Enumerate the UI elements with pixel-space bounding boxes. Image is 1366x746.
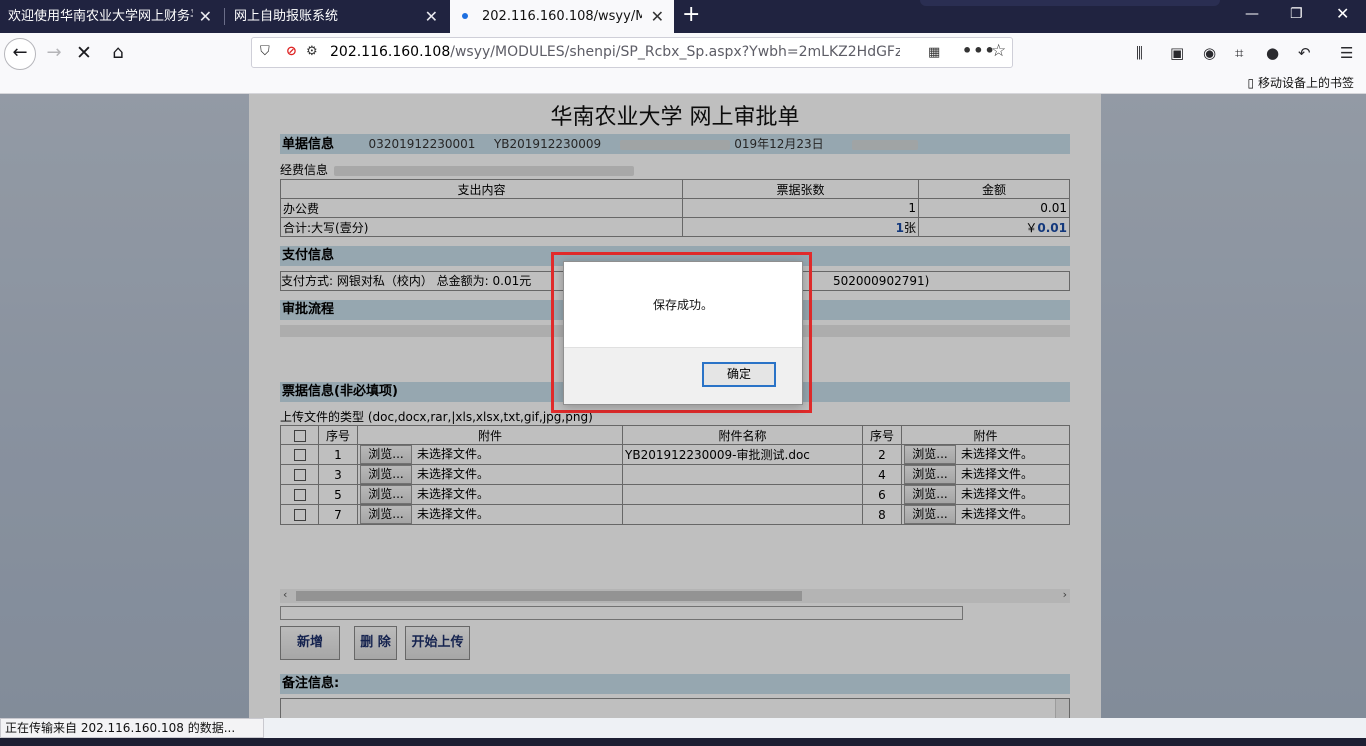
dialog-footer: 确定 bbox=[564, 347, 802, 404]
loading-dot-icon bbox=[462, 12, 468, 19]
maximize-button[interactable]: ❐ bbox=[1290, 6, 1303, 22]
tab-title: 欢迎使用华南农业大学网上财务平台 bbox=[8, 9, 193, 24]
tab-title: 网上自助报账系统 bbox=[234, 9, 339, 24]
tab-active-approval[interactable]: 202.116.160.108/wsyy/MODULES ✕ bbox=[450, 0, 674, 33]
home-button[interactable]: ⌂ bbox=[102, 38, 134, 70]
sidebar-icon[interactable]: ▣ bbox=[1170, 44, 1184, 62]
url-path: /wsyy/MODULES/shenpi/SP_Rcbx_Sp.aspx?Ywb… bbox=[450, 44, 900, 60]
tab-separator bbox=[224, 8, 225, 25]
shield-icon[interactable]: ⛉ bbox=[260, 44, 270, 59]
new-tab-button[interactable]: + bbox=[682, 2, 700, 27]
bookmark-star-icon[interactable]: ☆ bbox=[991, 41, 1006, 61]
tab-finance-platform[interactable]: 欢迎使用华南农业大学网上财务平台 ✕ bbox=[0, 0, 222, 33]
stop-button[interactable]: ✕ bbox=[68, 38, 100, 70]
arrow-right-icon: → bbox=[46, 42, 62, 63]
qr-code-icon[interactable]: ▦ bbox=[928, 45, 940, 60]
stop-x-icon: ✕ bbox=[76, 42, 92, 64]
url-text[interactable]: 202.116.160.108/wsyy/MODULES/shenpi/SP_R… bbox=[330, 44, 900, 60]
permissions-icon[interactable]: ⚙ bbox=[306, 44, 318, 59]
library-icon[interactable]: ⫼ bbox=[1136, 44, 1143, 62]
tab-title: 202.116.160.108/wsyy/MODULES bbox=[482, 9, 642, 24]
tab-ghost bbox=[920, 0, 1220, 6]
url-bar[interactable]: ⛉ ⊘ ⚙ 202.116.160.108/wsyy/MODULES/shenp… bbox=[251, 37, 1013, 68]
status-bar: 正在传输来自 202.116.160.108 的数据... bbox=[0, 718, 264, 738]
minimize-button[interactable]: — bbox=[1245, 6, 1259, 22]
close-icon[interactable]: ✕ bbox=[199, 0, 212, 33]
insecure-lock-icon[interactable]: ⊘ bbox=[286, 44, 297, 59]
mobile-bookmarks[interactable]: ▯ 移动设备上的书签 bbox=[1248, 74, 1354, 91]
back-button[interactable]: ← bbox=[4, 38, 36, 70]
undo-icon[interactable]: ↶ bbox=[1298, 44, 1311, 62]
menu-icon[interactable]: ☰ bbox=[1340, 44, 1353, 62]
url-host: 202.116.160.108 bbox=[330, 44, 451, 60]
arrow-left-icon: ← bbox=[12, 42, 28, 63]
ok-button[interactable]: 确定 bbox=[702, 362, 776, 387]
tab-reimbursement-system[interactable]: 网上自助报账系统 ✕ bbox=[226, 0, 448, 33]
account-icon[interactable]: ◉ bbox=[1203, 44, 1216, 62]
nav-toolbar: ← → ✕ ⌂ ⛉ ⊘ ⚙ 202.116.160.108/wsyy/MODUL… bbox=[0, 33, 1366, 73]
screenshot-crop-icon[interactable]: ⌗ bbox=[1235, 44, 1243, 62]
phone-icon: ▯ bbox=[1247, 76, 1255, 90]
forward-button[interactable]: → bbox=[38, 38, 70, 70]
close-icon[interactable]: ✕ bbox=[425, 0, 438, 33]
window-close-button[interactable]: ✕ bbox=[1336, 4, 1349, 23]
alert-dialog: 保存成功。 确定 bbox=[563, 261, 803, 405]
home-icon: ⌂ bbox=[112, 42, 124, 63]
mobile-bookmarks-label: 移动设备上的书签 bbox=[1257, 76, 1354, 90]
tab-strip: 欢迎使用华南农业大学网上财务平台 ✕ 网上自助报账系统 ✕ 202.116.16… bbox=[0, 0, 1366, 33]
bookmarks-bar: ▯ 移动设备上的书签 bbox=[0, 73, 1366, 94]
os-taskbar bbox=[0, 738, 1366, 746]
dialog-message: 保存成功。 bbox=[652, 298, 713, 312]
close-icon[interactable]: ✕ bbox=[651, 0, 664, 33]
chat-icon[interactable]: ● bbox=[1266, 44, 1279, 62]
